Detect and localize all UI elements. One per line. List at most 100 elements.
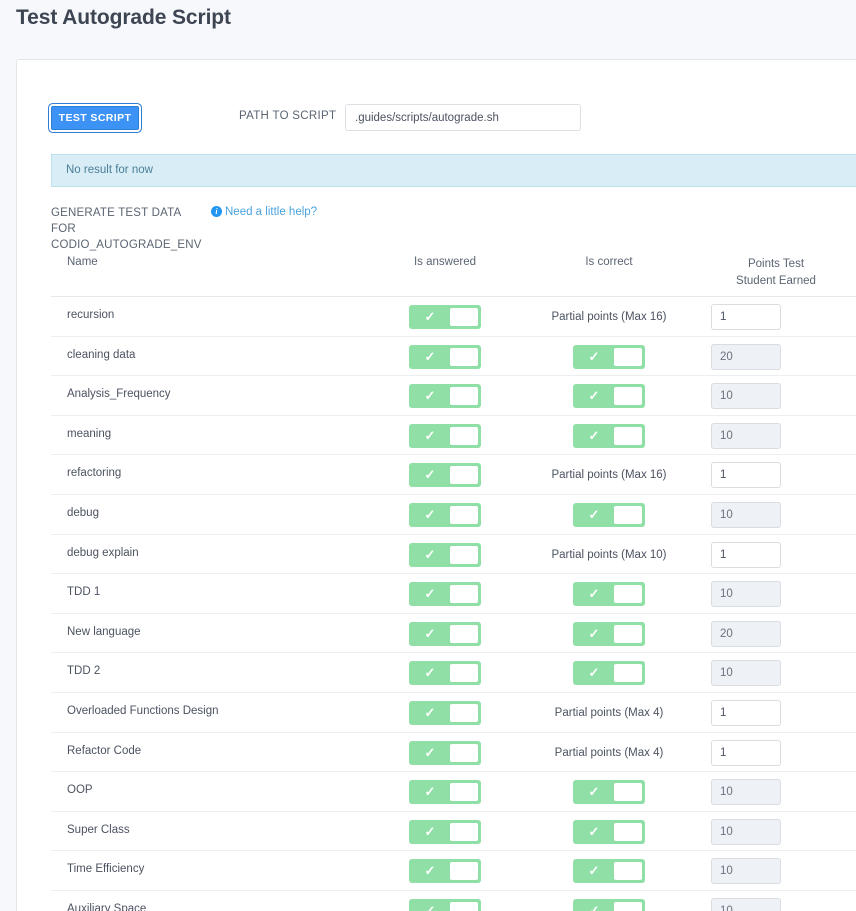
is-answered-toggle[interactable]: ✓: [409, 384, 481, 409]
check-icon: ✓: [588, 863, 600, 879]
row-name: New language: [67, 625, 141, 638]
check-icon: ✓: [424, 467, 436, 483]
table-row: meaning ✓ ✓: [51, 416, 856, 456]
cell-points: [711, 739, 841, 766]
cell-is-answered: ✓: [395, 700, 495, 725]
table-row: debug ✓ ✓: [51, 495, 856, 535]
is-correct-toggle[interactable]: ✓: [573, 423, 645, 448]
partial-points-label: Partial points (Max 16): [551, 311, 667, 323]
is-answered-toggle[interactable]: ✓: [409, 582, 481, 607]
toggle-knob: [450, 466, 478, 485]
points-earned-input[interactable]: [711, 620, 781, 647]
cell-points: [711, 818, 841, 845]
check-icon: ✓: [424, 388, 436, 404]
points-earned-input[interactable]: [711, 581, 781, 608]
is-correct-toggle[interactable]: ✓: [573, 384, 645, 409]
check-icon: ✓: [588, 348, 600, 364]
is-correct-toggle[interactable]: ✓: [573, 661, 645, 686]
cell-is-answered: ✓: [395, 621, 495, 646]
is-answered-toggle[interactable]: ✓: [409, 819, 481, 844]
check-icon: ✓: [424, 823, 436, 839]
cell-points: [711, 620, 841, 647]
toggle-knob: [450, 624, 478, 643]
table-body: recursion ✓ Partial points (Max 16) cleanin…: [51, 297, 856, 911]
points-earned-input[interactable]: [711, 779, 781, 806]
column-header-name: Name: [67, 256, 98, 268]
is-answered-toggle[interactable]: ✓: [409, 740, 481, 765]
check-icon: ✓: [588, 388, 600, 404]
is-answered-toggle[interactable]: ✓: [409, 700, 481, 725]
table-row: TDD 1 ✓ ✓: [51, 574, 856, 614]
cell-is-correct: ✓: [535, 859, 683, 884]
check-icon: ✓: [588, 902, 600, 911]
is-correct-toggle[interactable]: ✓: [573, 898, 645, 911]
generate-test-data-label: GENERATE TEST DATA FOR CODIO_AUTOGRADE_E…: [51, 207, 202, 251]
is-answered-toggle[interactable]: ✓: [409, 423, 481, 448]
is-correct-toggle[interactable]: ✓: [573, 621, 645, 646]
toggle-knob: [450, 308, 478, 326]
is-correct-toggle[interactable]: ✓: [573, 582, 645, 607]
need-help-link[interactable]: i Need a little help?: [211, 206, 317, 218]
toggle-knob: [450, 703, 478, 722]
points-earned-input[interactable]: [711, 541, 781, 568]
cell-points: [711, 660, 841, 687]
cell-is-answered: ✓: [395, 859, 495, 884]
points-earned-input[interactable]: [711, 383, 781, 410]
is-answered-toggle[interactable]: ✓: [409, 542, 481, 567]
is-correct-toggle[interactable]: ✓: [573, 859, 645, 884]
points-earned-input[interactable]: [711, 858, 781, 885]
is-answered-toggle[interactable]: ✓: [409, 661, 481, 686]
is-answered-toggle[interactable]: ✓: [409, 859, 481, 884]
column-header-points: Points Test Student Earned: [711, 256, 841, 290]
is-correct-toggle[interactable]: ✓: [573, 780, 645, 805]
cell-is-answered: ✓: [395, 384, 495, 409]
table-row: OOP ✓ ✓: [51, 772, 856, 812]
is-answered-toggle[interactable]: ✓: [409, 621, 481, 646]
points-earned-input[interactable]: [711, 818, 781, 845]
column-header-is-answered: Is answered: [413, 256, 476, 268]
toggle-knob: [450, 387, 478, 406]
points-earned-input[interactable]: [711, 699, 781, 726]
test-script-button[interactable]: TEST SCRIPT: [51, 106, 139, 130]
page-title: Test Autograde Script: [16, 6, 231, 29]
is-answered-toggle[interactable]: ✓: [409, 780, 481, 805]
cell-is-correct: ✓: [535, 344, 683, 369]
points-earned-input[interactable]: [711, 462, 781, 489]
is-answered-toggle[interactable]: ✓: [409, 305, 481, 329]
points-earned-input[interactable]: [711, 422, 781, 449]
points-earned-input[interactable]: [711, 343, 781, 370]
points-earned-input[interactable]: [711, 739, 781, 766]
is-correct-toggle[interactable]: ✓: [573, 502, 645, 527]
row-name: OOP: [67, 784, 93, 797]
cell-is-answered: ✓: [395, 502, 495, 527]
need-help-label: Need a little help?: [225, 206, 318, 218]
points-earned-input[interactable]: [711, 501, 781, 528]
is-answered-toggle[interactable]: ✓: [409, 502, 481, 527]
is-answered-toggle[interactable]: ✓: [409, 344, 481, 369]
points-earned-input[interactable]: [711, 660, 781, 687]
points-earned-input[interactable]: [711, 304, 781, 330]
row-name: Overloaded Functions Design: [67, 704, 219, 717]
path-to-script-input[interactable]: [345, 104, 581, 131]
is-answered-toggle[interactable]: ✓: [409, 898, 481, 911]
table-row: Refactor Code ✓ Partial points (Max 4): [51, 733, 856, 773]
cell-is-correct: Partial points (Max 4): [535, 701, 683, 725]
toggle-knob: [450, 664, 478, 683]
check-icon: ✓: [588, 586, 600, 602]
toggle-knob: [614, 901, 642, 911]
check-icon: ✓: [588, 625, 600, 641]
cell-is-answered: ✓: [395, 582, 495, 607]
check-icon: ✓: [588, 506, 600, 522]
toggle-knob: [614, 822, 642, 841]
is-correct-toggle[interactable]: ✓: [573, 819, 645, 844]
check-icon: ✓: [588, 665, 600, 681]
table-row: Time Efficiency ✓ ✓: [51, 851, 856, 891]
partial-points-label: Partial points (Max 4): [554, 706, 664, 719]
cell-is-answered: ✓: [395, 740, 495, 765]
is-answered-toggle[interactable]: ✓: [409, 463, 481, 488]
table-row: Auxiliary Space ✓ ✓: [51, 891, 856, 911]
points-earned-input[interactable]: [711, 897, 781, 911]
check-icon: ✓: [424, 506, 436, 522]
is-correct-toggle[interactable]: ✓: [573, 344, 645, 369]
alert-message: No result for now: [66, 164, 153, 176]
